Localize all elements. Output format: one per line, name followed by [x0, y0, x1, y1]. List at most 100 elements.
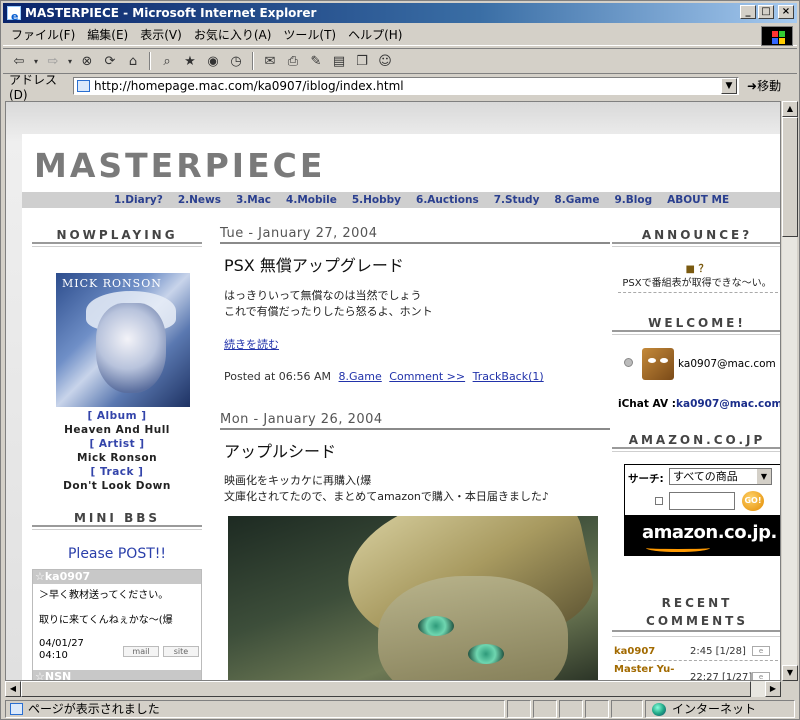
- post-line: 文庫化されてたので、まとめてamazonで購入・本日届きました♪: [224, 490, 549, 503]
- status-text: ページが表示されました: [28, 702, 160, 716]
- menu-help[interactable]: ヘルプ(H): [348, 26, 402, 43]
- history-icon[interactable]: ◷: [226, 51, 246, 71]
- menu-edit[interactable]: 編集(E): [87, 26, 128, 43]
- amazon-search-input[interactable]: [669, 492, 735, 510]
- bbs-post-link[interactable]: Please POST!!: [22, 546, 212, 562]
- minimize-button[interactable]: _: [740, 5, 756, 19]
- nowplaying-heading: NOWPLAYING: [32, 228, 202, 247]
- bbs-mail-button[interactable]: mail: [123, 646, 159, 657]
- go-button[interactable]: ➜移動: [747, 77, 781, 94]
- page-done-icon: [10, 703, 23, 715]
- post-line: これで有償だったりしたら怒るよ、ホント: [224, 305, 433, 318]
- nav-auctions[interactable]: 6.Auctions: [416, 192, 479, 208]
- horizontal-scroll-thumb[interactable]: [21, 681, 751, 697]
- nav-hobby[interactable]: 5.Hobby: [352, 192, 401, 208]
- post-title[interactable]: PSX 無償アップグレード: [224, 252, 404, 276]
- zone-text: インターネット: [672, 702, 757, 716]
- nav-news[interactable]: 2.News: [178, 192, 221, 208]
- menu-view[interactable]: 表示(V): [140, 26, 182, 43]
- recent-heading-line: COMMENTS: [612, 612, 780, 632]
- comment-entry-button[interactable]: e: [752, 646, 770, 656]
- forward-icon[interactable]: ⇨: [43, 51, 63, 71]
- maximize-button[interactable]: □: [758, 5, 774, 19]
- horizontal-scrollbar[interactable]: ◀ ▶: [5, 681, 781, 697]
- edit-icon[interactable]: ✎: [306, 51, 326, 71]
- amazon-heading: AMAZON.CO.JP: [612, 433, 780, 452]
- research-icon[interactable]: ❐: [352, 51, 372, 71]
- mail-icon[interactable]: ✉: [260, 51, 280, 71]
- amazon-go-button[interactable]: GO!: [742, 491, 764, 511]
- address-dropdown-icon[interactable]: ▼: [721, 78, 737, 94]
- post-image: [228, 516, 598, 680]
- amazon-category-select[interactable]: すべての商品 ▼: [669, 468, 772, 485]
- address-input[interactable]: http://homepage.mac.com/ka0907/iblog/ind…: [73, 77, 739, 95]
- refresh-icon[interactable]: ⟳: [100, 51, 120, 71]
- nav-mac[interactable]: 3.Mac: [236, 192, 271, 208]
- amazon-checkbox[interactable]: [655, 497, 663, 505]
- post-body: はっきりいって無償なのは当然でしょう これで有償だったりしたら怒るよ、ホント: [224, 288, 433, 320]
- comment-author[interactable]: Master Yu-: [614, 664, 674, 675]
- album-label: [ Album ]: [87, 410, 147, 422]
- bbs-site-button[interactable]: site: [163, 646, 199, 657]
- post-date: Tue - January 27, 2004: [220, 226, 610, 244]
- menu-bar: ファイル(F) 編集(E) 表示(V) お気に入り(A) ツール(T) ヘルプ(…: [3, 24, 797, 46]
- menu-tools[interactable]: ツール(T): [283, 26, 336, 43]
- back-dropdown-icon[interactable]: ▾: [32, 51, 40, 71]
- messenger-icon[interactable]: ☺: [375, 51, 395, 71]
- stop-icon[interactable]: ⊗: [77, 51, 97, 71]
- post-line: 映画化をキッカケに再購入(爆: [224, 474, 372, 487]
- status-cell: [507, 700, 531, 718]
- recent-comments-heading: RECENT COMMENTS: [612, 594, 780, 637]
- amazon-search-label: サーチ:: [628, 473, 664, 485]
- nav-mobile[interactable]: 4.Mobile: [286, 192, 337, 208]
- menu-file[interactable]: ファイル(F): [11, 26, 75, 43]
- window-title: MASTERPIECE - Microsoft Internet Explore…: [25, 6, 317, 20]
- toolbar: ⇦ ▾ ⇨ ▾ ⊗ ⟳ ⌂ ⌕ ★ ◉ ◷ ✉ ⎙ ✎ ▤ ❐ ☺: [3, 48, 797, 74]
- track-label: [ Track ]: [90, 466, 144, 478]
- nav-study[interactable]: 7.Study: [494, 192, 540, 208]
- address-bar: アドレス(D) http://homepage.mac.com/ka0907/i…: [3, 73, 797, 102]
- post-title[interactable]: アップルシード: [224, 438, 336, 462]
- scroll-up-icon[interactable]: ▲: [782, 101, 798, 117]
- bbs-post-line: 取りに来てくんねぇかな～(爆: [39, 615, 173, 626]
- media-icon[interactable]: ◉: [203, 51, 223, 71]
- back-icon[interactable]: ⇦: [9, 51, 29, 71]
- artist-label: [ Artist ]: [89, 438, 145, 450]
- favorites-icon[interactable]: ★: [180, 51, 200, 71]
- trackback-link[interactable]: TrackBack(1): [473, 370, 544, 383]
- vertical-scroll-thumb[interactable]: [782, 117, 798, 237]
- print-icon[interactable]: ⎙: [283, 51, 303, 71]
- scroll-right-icon[interactable]: ▶: [765, 681, 781, 697]
- scroll-left-icon[interactable]: ◀: [5, 681, 21, 697]
- discuss-icon[interactable]: ▤: [329, 51, 349, 71]
- forward-dropdown-icon[interactable]: ▾: [66, 51, 74, 71]
- comment-author[interactable]: ka0907: [614, 646, 655, 657]
- amazon-search-widget: サーチ: すべての商品 ▼ GO! amazon.co.jp.: [624, 464, 780, 556]
- site-title: MASTERPIECE: [34, 146, 326, 185]
- nav-about[interactable]: ABOUT ME: [667, 192, 729, 208]
- toolbar-separator: [149, 52, 151, 70]
- comment-time: 2:45 [1/28]: [690, 646, 746, 657]
- close-button[interactable]: ×: [778, 5, 794, 19]
- comment-entry-button[interactable]: e: [752, 672, 770, 680]
- menu-favorites[interactable]: お気に入り(A): [194, 26, 272, 43]
- comment-link[interactable]: Comment >>: [389, 370, 465, 383]
- bbs-post-author: ☆ka0907: [33, 570, 201, 584]
- scroll-down-icon[interactable]: ▼: [782, 665, 798, 681]
- home-icon[interactable]: ⌂: [123, 51, 143, 71]
- amazon-logo[interactable]: amazon.co.jp.: [642, 522, 777, 543]
- album-name: Heaven And Hull: [64, 424, 170, 436]
- nav-game[interactable]: 8.Game: [554, 192, 599, 208]
- nav-blog[interactable]: 9.Blog: [614, 192, 652, 208]
- bbs-post-timestamp: 04/01/27 04:10: [39, 638, 84, 662]
- search-icon[interactable]: ⌕: [157, 51, 177, 71]
- vertical-scrollbar[interactable]: ▲ ▼: [781, 101, 798, 681]
- category-link[interactable]: 8.Game: [339, 370, 382, 383]
- nav-diary[interactable]: 1.Diary?: [114, 192, 163, 208]
- read-more-link[interactable]: 続きを読む: [224, 336, 279, 352]
- ichat-address[interactable]: ka0907@mac.com: [676, 398, 780, 410]
- post-line: はっきりいって無償なのは当然でしょう: [224, 289, 422, 302]
- welcome-user[interactable]: ka0907@mac.com: [678, 358, 776, 370]
- announce-text: PSXで番組表が取得できな～い。: [622, 278, 772, 289]
- comment-time: 22:27 [1/27]: [690, 672, 753, 681]
